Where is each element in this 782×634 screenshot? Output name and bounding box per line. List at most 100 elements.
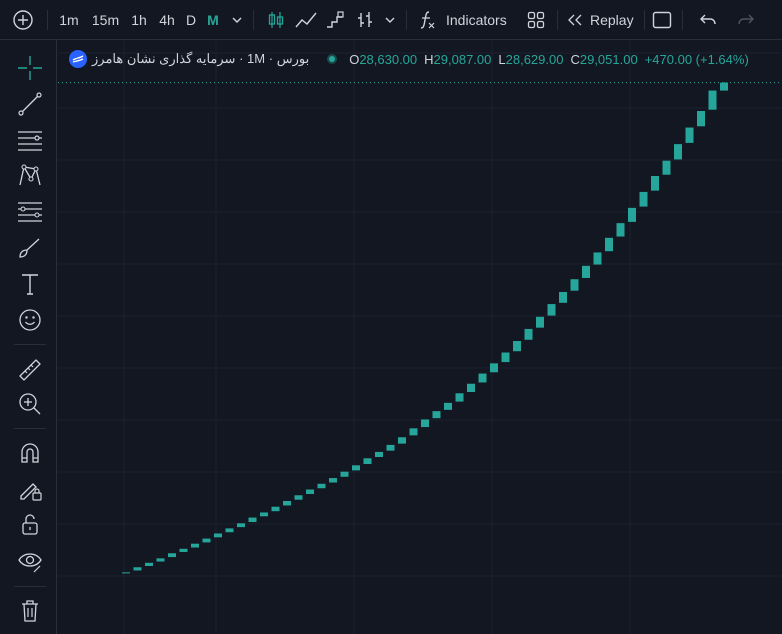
legend-symbol-name: سرمایه گذاری نشان هامرز — [92, 51, 236, 66]
magnet-tool[interactable] — [14, 438, 46, 468]
interval-m[interactable]: M — [203, 0, 223, 40]
trend-line-tool[interactable] — [14, 89, 46, 119]
drawing-toolbar — [0, 40, 57, 634]
market-status-icon — [327, 54, 338, 64]
candle — [225, 528, 234, 533]
legend-separator: · — [268, 51, 274, 66]
open-value: 28,630.00 — [359, 51, 418, 67]
fib-tool[interactable] — [14, 197, 46, 227]
line-chart-icon — [295, 12, 317, 28]
chart-type-dropdown[interactable] — [381, 0, 399, 40]
toolbar-divider — [253, 10, 254, 30]
toolbar-divider — [682, 10, 683, 30]
candle — [444, 402, 452, 410]
candle — [697, 110, 705, 127]
interval-15m[interactable]: 15m — [88, 0, 123, 40]
candle — [375, 451, 383, 458]
replay-button[interactable]: Replay — [566, 0, 642, 40]
change-value: +470.00 (+1.64%) — [644, 51, 749, 67]
candles-icon — [268, 12, 284, 28]
candle — [432, 411, 441, 419]
candle — [490, 363, 498, 373]
text-icon — [22, 274, 38, 295]
toolbar-divider — [644, 10, 645, 30]
ruler-tool[interactable] — [14, 355, 46, 385]
hide-drawings-tool[interactable] — [14, 546, 46, 576]
step-line-icon — [327, 11, 344, 28]
lock-drawing-tool[interactable] — [14, 474, 46, 504]
candles-series — [122, 82, 728, 574]
pattern-icon — [19, 164, 41, 186]
interval-dropdown[interactable] — [228, 0, 246, 40]
price-chart[interactable] — [58, 41, 782, 634]
sidebar-divider — [14, 428, 46, 429]
candle — [708, 90, 717, 110]
redo-button[interactable] — [734, 0, 758, 40]
hlc-bars-icon — [358, 12, 372, 27]
symbol-logo-icon — [69, 50, 87, 68]
candle — [386, 444, 395, 451]
candle — [248, 517, 257, 523]
step-line-button[interactable] — [322, 0, 348, 40]
fullscreen-button[interactable] — [650, 0, 674, 40]
candle — [294, 495, 303, 500]
emoji-icon — [19, 309, 41, 331]
add-symbol-button[interactable] — [6, 0, 40, 40]
candle — [145, 562, 153, 566]
redo-icon — [738, 14, 754, 25]
undo-button[interactable] — [696, 0, 720, 40]
layouts-button[interactable] — [523, 0, 549, 40]
unlock-icon — [22, 514, 38, 535]
trend-line-icon — [18, 92, 42, 116]
candle — [559, 291, 567, 303]
indicators-label: Indicators — [446, 12, 507, 28]
fullscreen-icon — [652, 11, 672, 29]
unlock-tool[interactable] — [14, 510, 46, 540]
undo-icon — [700, 14, 716, 25]
candle — [363, 458, 372, 465]
pattern-tool[interactable] — [14, 161, 46, 191]
chevron-down-icon — [385, 17, 395, 23]
candles-button[interactable] — [263, 0, 289, 40]
open-label: O — [349, 51, 360, 67]
interval-d[interactable]: D — [183, 0, 199, 40]
candle — [260, 512, 268, 517]
candle — [202, 538, 211, 543]
crosshair-tool[interactable] — [14, 53, 46, 83]
hlc-bars-button[interactable] — [352, 0, 378, 40]
interval-1h[interactable]: 1h — [127, 0, 151, 40]
magnet-icon — [21, 443, 39, 463]
line-chart-button[interactable] — [292, 0, 320, 40]
candle — [409, 428, 418, 436]
legend-symbol-info[interactable]: بورس · 1M · سرمایه گذاری نشان هامرز — [92, 51, 309, 67]
horizontal-lines-icon — [18, 131, 42, 151]
text-tool[interactable] — [14, 269, 46, 299]
candle — [536, 316, 544, 328]
interval-4h[interactable]: 4h — [154, 0, 180, 40]
horizontal-lines-tool[interactable] — [14, 125, 46, 155]
toolbar-divider — [557, 10, 558, 30]
candle — [237, 523, 245, 528]
indicators-button[interactable]: Indicators — [416, 0, 516, 40]
top-toolbar: 1m 15m 1h 4h D M Indicators Replay — [0, 0, 782, 40]
emoji-tool[interactable] — [14, 305, 46, 335]
candle — [340, 471, 349, 477]
candle — [271, 506, 280, 512]
ruler-icon — [19, 359, 41, 381]
interval-1m[interactable]: 1m — [55, 0, 83, 40]
candle — [421, 419, 429, 428]
candle — [570, 279, 579, 291]
candle — [467, 383, 475, 393]
zoom-in-icon — [19, 393, 41, 415]
high-label: H — [424, 51, 434, 67]
legend-separator: · — [239, 51, 244, 66]
candle — [513, 341, 521, 352]
candle — [329, 478, 337, 483]
remove-drawings-tool[interactable] — [14, 596, 46, 626]
candle — [191, 543, 199, 548]
candle — [156, 558, 165, 562]
zoom-in-tool[interactable] — [14, 389, 46, 419]
chart-legend: بورس · 1M · سرمایه گذاری نشان هامرز O 28… — [68, 49, 756, 69]
toolbar-divider — [47, 10, 48, 30]
brush-tool[interactable] — [14, 233, 46, 263]
